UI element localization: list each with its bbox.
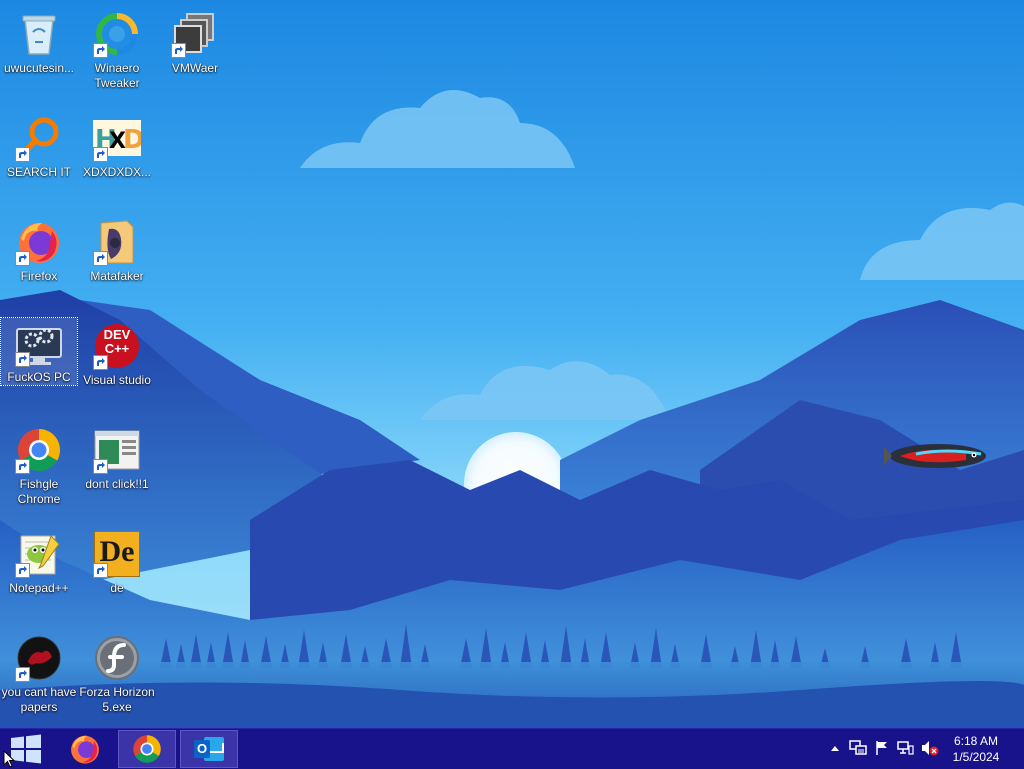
- recycle-bin-icon: [15, 10, 63, 58]
- desktop-icon-label: Notepad++: [9, 581, 69, 595]
- desktop-icon-label: Fishgle Chrome: [17, 477, 61, 506]
- desktop-icon-label: Winaero Tweaker: [94, 61, 140, 90]
- outlook-letter: O: [196, 741, 208, 756]
- shortcut-arrow-icon: [171, 43, 186, 58]
- network-icon[interactable]: [897, 739, 915, 757]
- desktop-icon-label: VMWaer: [171, 61, 219, 75]
- chrome-icon: [15, 426, 63, 474]
- svg-text:D: D: [123, 125, 141, 155]
- desktop-icon-dont-click[interactable]: dont click!!1: [79, 426, 155, 492]
- firefox-icon: [71, 735, 99, 764]
- devcpp-text: DEV C++: [103, 327, 131, 356]
- desktop-icon-label: XDXDXDX...: [82, 165, 151, 179]
- shortcut-arrow-icon: [15, 459, 30, 474]
- desktop-icon-label: uwucutesin...: [3, 61, 75, 75]
- window-app-icon: [93, 426, 141, 474]
- desktop-icon-label: Matafaker: [90, 269, 144, 283]
- desktop-icon-xdxdxdx[interactable]: H X D XDXDXDX...: [79, 114, 155, 180]
- shortcut-arrow-icon: [15, 667, 30, 682]
- desktop-icon-recycle-bin[interactable]: uwucutesin...: [1, 10, 77, 76]
- shortcut-arrow-icon: [93, 251, 108, 266]
- computer-icon: [15, 322, 63, 367]
- desktop-icon-fuckos-pc[interactable]: FuckOS PC: [0, 317, 78, 386]
- clock[interactable]: 6:18 AM 1/5/2024: [946, 733, 1006, 765]
- desktop-icon-firefox[interactable]: Firefox: [1, 218, 77, 284]
- desktop-icon-search-it[interactable]: SEARCH IT: [1, 114, 77, 180]
- winaero-icon: [93, 10, 141, 58]
- clock-time: 6:18 AM: [953, 734, 999, 748]
- desktop-icon-vmwaer[interactable]: VMWaer: [157, 10, 233, 76]
- desktop-icon-label: de: [110, 581, 124, 595]
- taskbar-outlook[interactable]: O: [180, 730, 238, 768]
- shortcut-arrow-icon: [93, 355, 108, 370]
- desktop-icon-visual-studio[interactable]: DEV C++ Visual studio: [79, 322, 155, 388]
- outlook-icon: O: [194, 735, 224, 763]
- desktop-icon-you-cant-have-papers[interactable]: you cant have papers: [1, 634, 77, 715]
- folder-icon: [93, 218, 141, 266]
- desktop-icon-label: dont click!!1: [85, 477, 149, 491]
- shortcut-arrow-icon: [93, 459, 108, 474]
- desktop-icon-label: SEARCH IT: [6, 165, 71, 179]
- desktop-icon-de[interactable]: De de: [79, 530, 155, 596]
- taskbar-chrome[interactable]: [118, 730, 176, 768]
- shortcut-arrow-icon: [93, 563, 108, 578]
- shortcut-arrow-icon: [15, 251, 30, 266]
- flash-icon: [93, 634, 141, 682]
- vmware-icon: [171, 10, 219, 58]
- desktop-icon-winaero-tweaker[interactable]: Winaero Tweaker: [79, 10, 155, 91]
- volume-muted-icon[interactable]: [921, 739, 939, 757]
- desktop-icon-notepadpp[interactable]: Notepad++: [1, 530, 77, 596]
- shortcut-arrow-icon: [15, 352, 30, 367]
- desktop-icon-label: Firefox: [20, 269, 58, 283]
- notepadpp-icon: [15, 530, 63, 578]
- desktop-icon-label: FuckOS PC: [7, 370, 71, 384]
- devcpp-icon: DEV C++: [93, 322, 141, 370]
- desktop-icon-label: you cant have papers: [1, 685, 77, 714]
- chevron-up-icon[interactable]: [826, 739, 844, 757]
- hxd-icon: H X D: [93, 114, 141, 162]
- desktop[interactable]: uwucutesin... Winaero Tweaker VMWaer SEA…: [0, 0, 1024, 728]
- taskbar-firefox[interactable]: [56, 730, 114, 768]
- firefox-icon: [15, 218, 63, 266]
- de-icon: De: [93, 530, 141, 578]
- desktop-icon-matafaker[interactable]: Matafaker: [79, 218, 155, 284]
- desktop-icon-forza-horizon[interactable]: Forza Horizon 5.exe: [79, 634, 155, 715]
- desktop-icon-label: Visual studio: [83, 373, 151, 387]
- shortcut-arrow-icon: [93, 147, 108, 162]
- shortcut-arrow-icon: [93, 43, 108, 58]
- taskbar: O 6:18 AM 1/5/2024: [0, 728, 1024, 769]
- shortcut-arrow-icon: [15, 563, 30, 578]
- chrome-icon: [133, 735, 161, 763]
- shortcut-arrow-icon: [15, 147, 30, 162]
- desktop-icon-label: Forza Horizon 5.exe: [79, 685, 155, 714]
- flag-icon[interactable]: [873, 739, 891, 757]
- desktop-icon-fishgle-chrome[interactable]: Fishgle Chrome: [1, 426, 77, 507]
- dark-logo-icon: [15, 634, 63, 682]
- clock-date: 1/5/2024: [952, 750, 1000, 764]
- network-display-icon[interactable]: [849, 739, 867, 757]
- mouse-cursor-icon: [3, 750, 15, 768]
- magnifier-icon: [15, 114, 63, 162]
